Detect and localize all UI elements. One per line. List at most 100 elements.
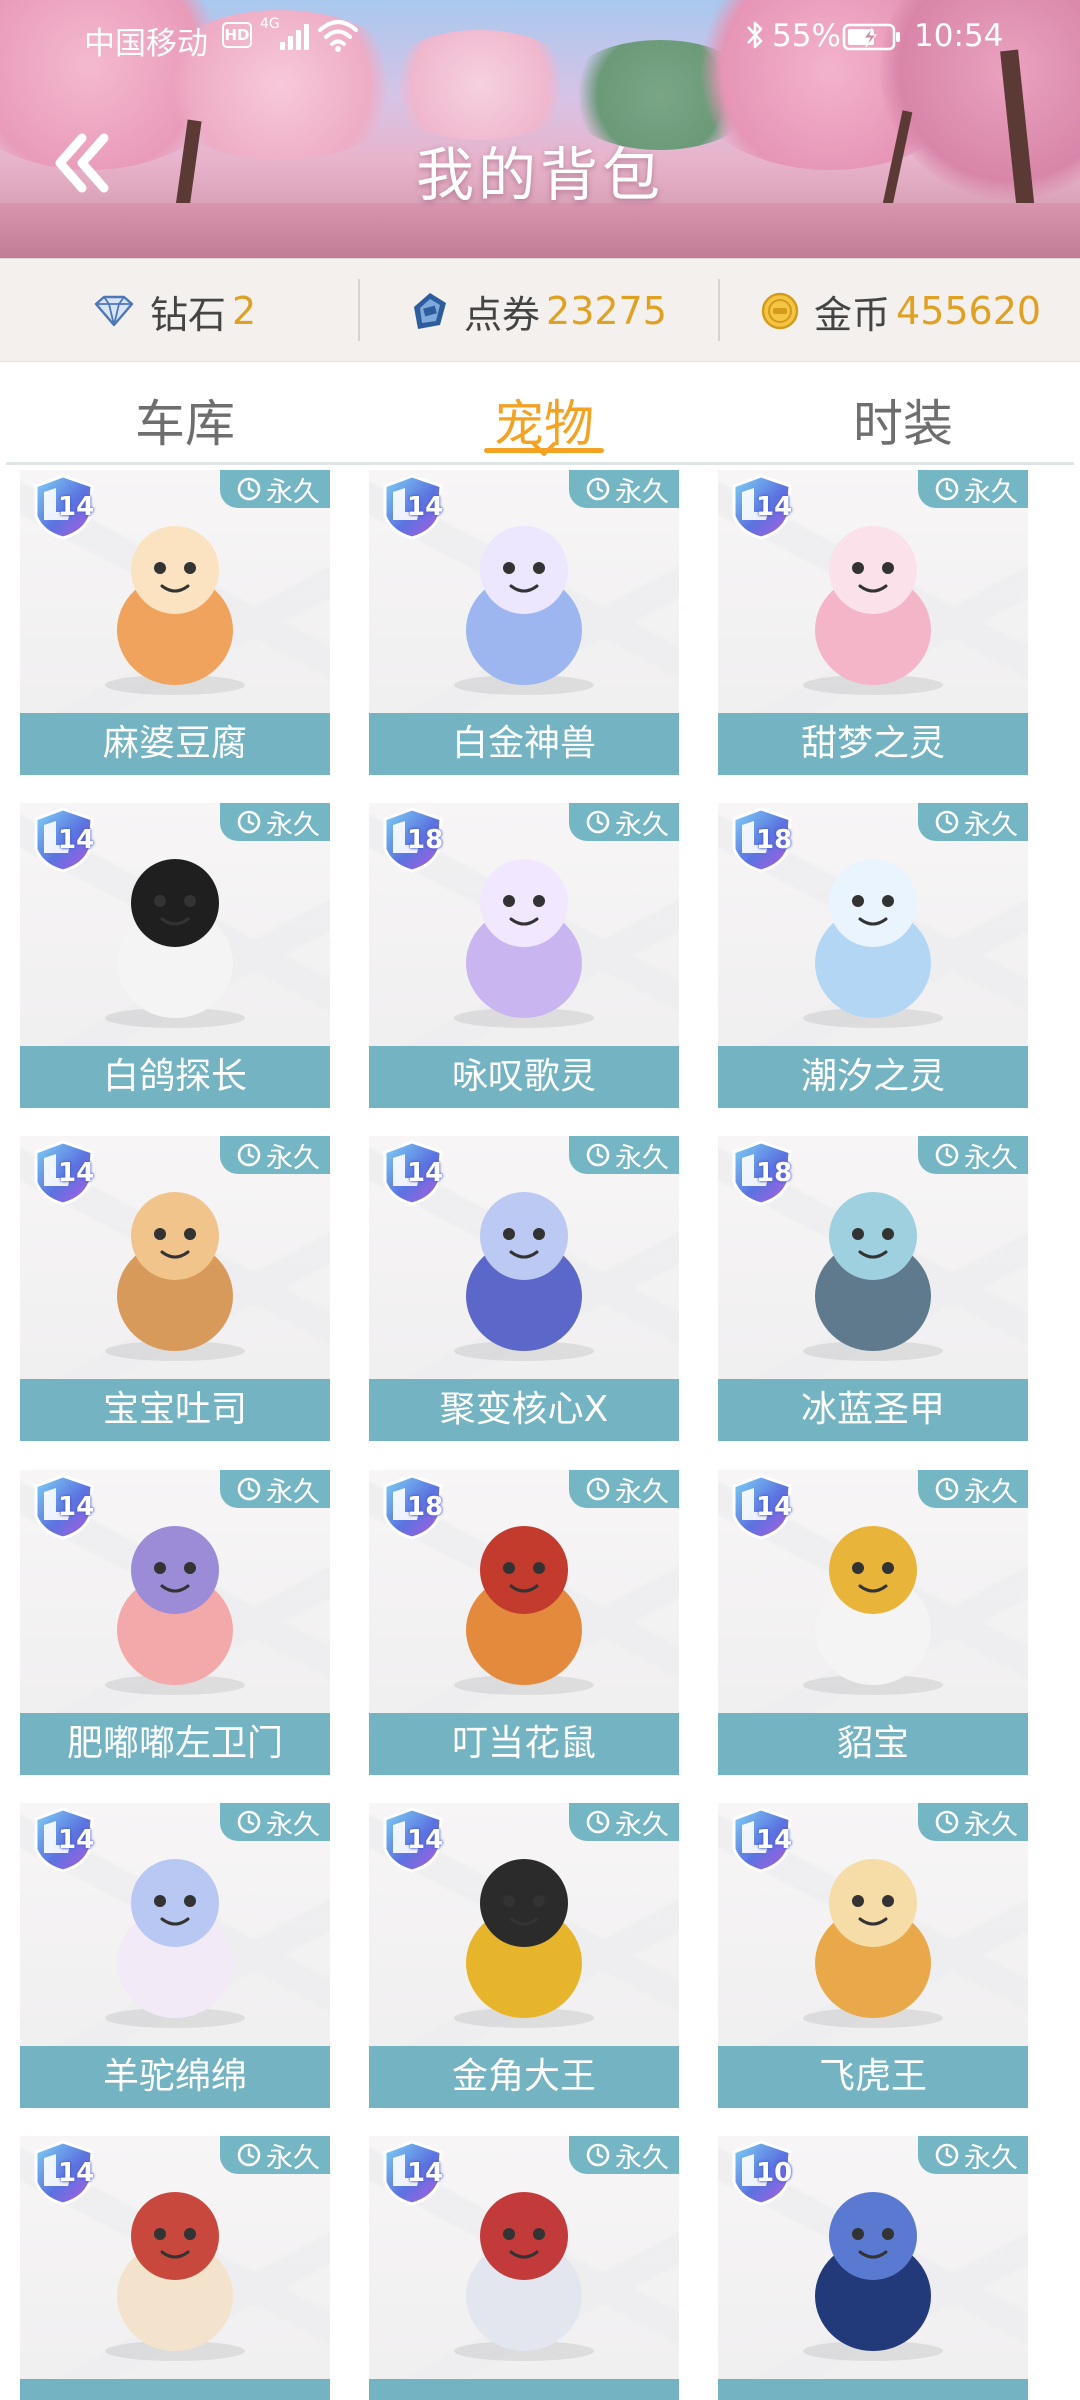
pet-card[interactable]: 14 永久	[369, 2136, 679, 2400]
diamond-icon	[94, 295, 134, 327]
duration-badge: 永久	[569, 1136, 679, 1174]
clock-icon	[586, 810, 610, 834]
clock-icon	[586, 477, 610, 501]
pet-level: 14	[407, 492, 444, 522]
carrier-name: 中国移动	[84, 26, 208, 62]
pet-level: 14	[756, 1492, 793, 1522]
pet-card[interactable]: 18 永久 咏叹歌灵	[369, 803, 679, 1108]
pet-level: 14	[756, 1825, 793, 1855]
pet-card[interactable]: 14 永久 羊驼绵绵	[20, 1803, 330, 2108]
pet-level: 18	[756, 1158, 793, 1188]
clock-icon	[237, 477, 261, 501]
duration-badge: 永久	[569, 1803, 679, 1841]
currency-coin: 金币 455620	[760, 259, 1041, 363]
pet-grid: 14 永久 麻婆豆腐 14 永久 白金神兽 14 永久 甜梦之灵 14 永久 白…	[0, 466, 1080, 2400]
pet-level: 14	[58, 1825, 95, 1855]
pet-name: 麻婆豆腐	[20, 713, 330, 775]
duration-label: 永久	[615, 1142, 669, 1174]
duration-label: 永久	[266, 1142, 320, 1174]
battery-percent: 55%	[772, 18, 841, 54]
duration-label: 永久	[964, 809, 1018, 841]
pet-name: 金角大王	[369, 2046, 679, 2108]
currency-bar: 钻石 2 点券 23275 金币 455620	[0, 258, 1080, 362]
duration-label: 永久	[266, 476, 320, 508]
pet-card[interactable]: 14 永久 白金神兽	[369, 470, 679, 775]
pet-level: 14	[58, 492, 95, 522]
pet-card[interactable]: 18 永久 冰蓝圣甲	[718, 1136, 1028, 1441]
pet-card[interactable]: 14 永久 聚变核心X	[369, 1136, 679, 1441]
tabs-divider	[6, 462, 1074, 465]
duration-badge: 永久	[220, 803, 330, 841]
active-tab-caret-icon	[532, 442, 556, 456]
pet-name: 白鸽探长	[20, 1046, 330, 1108]
duration-label: 永久	[964, 1476, 1018, 1508]
clock-icon	[935, 1477, 959, 1501]
voucher-icon	[414, 293, 446, 329]
clock-icon	[237, 2143, 261, 2167]
pet-level: 18	[407, 1492, 444, 1522]
pet-card[interactable]: 14 永久	[20, 2136, 330, 2400]
pet-name: 宝宝吐司	[20, 1379, 330, 1441]
pet-card[interactable]: 18 永久 潮汐之灵	[718, 803, 1028, 1108]
clock-icon	[935, 1143, 959, 1167]
currency-voucher: 点券 23275	[410, 259, 667, 363]
duration-label: 永久	[266, 2142, 320, 2174]
pet-name: 聚变核心X	[369, 1379, 679, 1441]
duration-badge: 永久	[569, 470, 679, 508]
pet-name: 白金神兽	[369, 713, 679, 775]
pet-card[interactable]: 14 永久 肥嘟嘟左卫门	[20, 1470, 330, 1775]
duration-badge: 永久	[569, 803, 679, 841]
pet-level: 14	[407, 1825, 444, 1855]
pet-level: 14	[407, 1158, 444, 1188]
pet-name: 貂宝	[718, 1713, 1028, 1775]
duration-badge: 永久	[220, 2136, 330, 2174]
duration-badge: 永久	[918, 1470, 1028, 1508]
tab-garage[interactable]: 车库	[130, 384, 240, 456]
clock-time: 10:54	[914, 18, 1004, 54]
duration-badge: 永久	[220, 1136, 330, 1174]
clock-icon	[237, 1477, 261, 1501]
pet-card[interactable]: 18 永久 叮当花鼠	[369, 1470, 679, 1775]
pet-card[interactable]: 14 永久 麻婆豆腐	[20, 470, 330, 775]
pet-level: 14	[58, 1492, 95, 1522]
pet-card[interactable]: 10 永久	[718, 2136, 1028, 2400]
currency-value: 23275	[546, 289, 667, 333]
clock-icon	[237, 1143, 261, 1167]
clock-icon	[935, 810, 959, 834]
duration-label: 永久	[266, 809, 320, 841]
pet-name: 潮汐之灵	[718, 1046, 1028, 1108]
duration-badge: 永久	[918, 1136, 1028, 1174]
pet-level: 14	[58, 825, 95, 855]
duration-label: 永久	[964, 476, 1018, 508]
pet-name	[369, 2379, 679, 2400]
bluetooth-icon	[747, 21, 763, 49]
pet-name	[20, 2379, 330, 2400]
pet-card[interactable]: 14 永久 宝宝吐司	[20, 1136, 330, 1441]
pet-card[interactable]: 14 永久 金角大王	[369, 1803, 679, 2108]
pet-card[interactable]: 14 永久 貂宝	[718, 1470, 1028, 1775]
pet-card[interactable]: 14 永久 飞虎王	[718, 1803, 1028, 2108]
pet-level: 10	[756, 2158, 793, 2188]
pet-level: 14	[58, 1158, 95, 1188]
tab-fashion[interactable]: 时装	[848, 384, 958, 456]
duration-badge: 永久	[918, 470, 1028, 508]
duration-badge: 永久	[220, 1470, 330, 1508]
clock-icon	[586, 2143, 610, 2167]
pet-level: 14	[58, 2158, 95, 2188]
currency-label: 点券	[464, 292, 541, 337]
currency-value: 2	[232, 289, 257, 333]
clock-icon	[935, 2143, 959, 2167]
pet-card[interactable]: 14 永久 甜梦之灵	[718, 470, 1028, 775]
duration-badge: 永久	[220, 470, 330, 508]
pet-name: 咏叹歌灵	[369, 1046, 679, 1108]
clock-icon	[586, 1477, 610, 1501]
hd-badge: HD	[222, 22, 252, 48]
duration-badge: 永久	[569, 1470, 679, 1508]
pet-name	[718, 2379, 1028, 2400]
pet-name: 羊驼绵绵	[20, 2046, 330, 2108]
pet-name: 肥嘟嘟左卫门	[20, 1713, 330, 1775]
currency-diamond: 钻石 2	[92, 259, 256, 363]
duration-label: 永久	[615, 809, 669, 841]
pet-name: 叮当花鼠	[369, 1713, 679, 1775]
pet-card[interactable]: 14 永久 白鸽探长	[20, 803, 330, 1108]
